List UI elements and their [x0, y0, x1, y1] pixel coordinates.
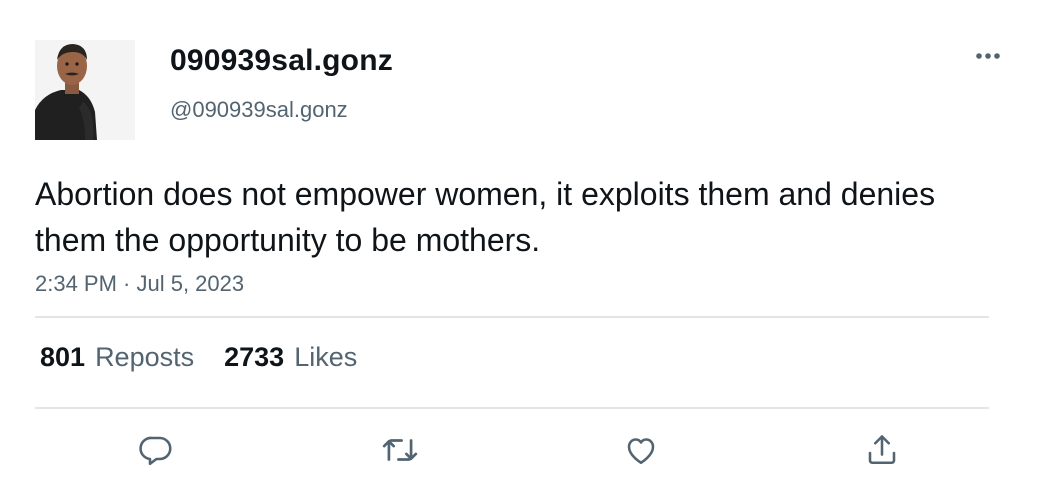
engagement-stats: 801 Reposts 2733 Likes	[40, 342, 357, 373]
more-options-button[interactable]	[970, 42, 1006, 70]
tweet-timestamp[interactable]: 2:34 PM · Jul 5, 2023	[35, 271, 244, 297]
share-icon	[868, 435, 896, 465]
likes-count: 2733	[224, 342, 285, 372]
repost-button[interactable]	[380, 430, 420, 470]
avatar[interactable]	[35, 40, 135, 140]
likes-stat[interactable]: 2733 Likes	[224, 342, 357, 373]
likes-label: Likes	[294, 342, 358, 372]
divider	[35, 407, 989, 409]
like-button[interactable]	[621, 430, 661, 470]
avatar-photo	[35, 40, 135, 140]
reposts-count: 801	[40, 342, 86, 372]
reposts-stat[interactable]: 801 Reposts	[40, 342, 194, 373]
divider	[35, 316, 989, 318]
reply-button[interactable]	[136, 430, 176, 470]
share-button[interactable]	[862, 430, 902, 470]
user-handle[interactable]: @090939sal.gonz	[170, 97, 348, 123]
heart-icon	[627, 438, 655, 465]
repost-icon	[382, 439, 418, 461]
display-name[interactable]: 090939sal.gonz	[170, 44, 393, 78]
reposts-label: Reposts	[95, 342, 195, 372]
tweet-text: Abortion does not empower women, it expl…	[35, 176, 936, 258]
more-dots-icon	[976, 53, 1000, 59]
reply-icon	[139, 436, 172, 466]
